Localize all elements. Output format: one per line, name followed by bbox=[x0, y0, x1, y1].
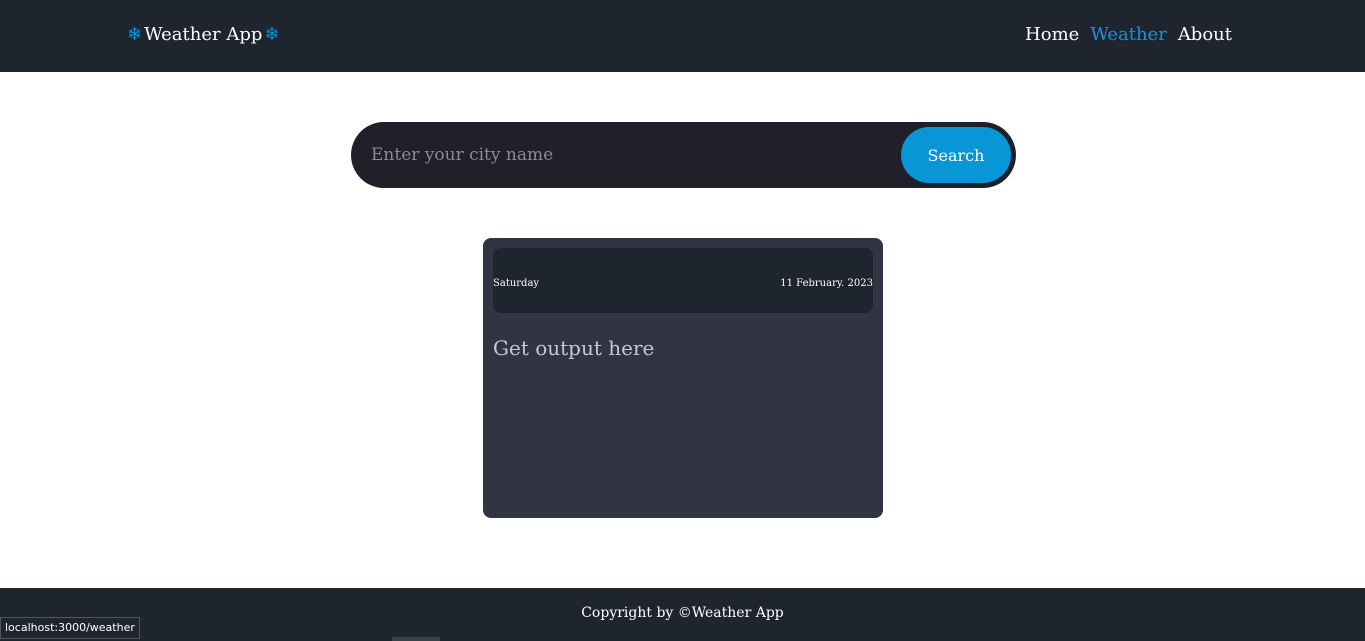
navbar: ❄ Weather App ❄ Home Weather About bbox=[0, 0, 1365, 72]
snowflake-icon: ❄ bbox=[264, 24, 280, 45]
nav-about-link[interactable]: About bbox=[1178, 22, 1232, 48]
date-label: 11 February. 2023 bbox=[780, 278, 873, 289]
footer-copyright: Copyright by ©Weather App bbox=[581, 605, 784, 621]
day-label: Saturday bbox=[493, 278, 540, 289]
footer: Copyright by ©Weather App bbox=[0, 588, 1365, 641]
output-text: Get output here bbox=[493, 336, 655, 360]
city-search-input[interactable] bbox=[371, 135, 891, 175]
snowflake-icon: ❄ bbox=[127, 24, 143, 45]
search-button[interactable]: Search bbox=[901, 127, 1011, 183]
brand-title: Weather App bbox=[144, 24, 263, 45]
nav-weather-link[interactable]: Weather bbox=[1090, 22, 1167, 48]
nav-home-link[interactable]: Home bbox=[1025, 22, 1079, 48]
weather-card: Saturday 11 February. 2023 Get output he… bbox=[483, 238, 883, 518]
card-date-header: Saturday 11 February. 2023 bbox=[493, 248, 873, 313]
status-bar-url: localhost:3000/weather bbox=[0, 617, 140, 639]
footer-marker bbox=[392, 637, 440, 641]
nav-links: Home Weather About bbox=[1025, 22, 1232, 48]
search-bar: Search bbox=[351, 122, 1016, 188]
brand-logo[interactable]: ❄ Weather App ❄ bbox=[127, 22, 279, 48]
